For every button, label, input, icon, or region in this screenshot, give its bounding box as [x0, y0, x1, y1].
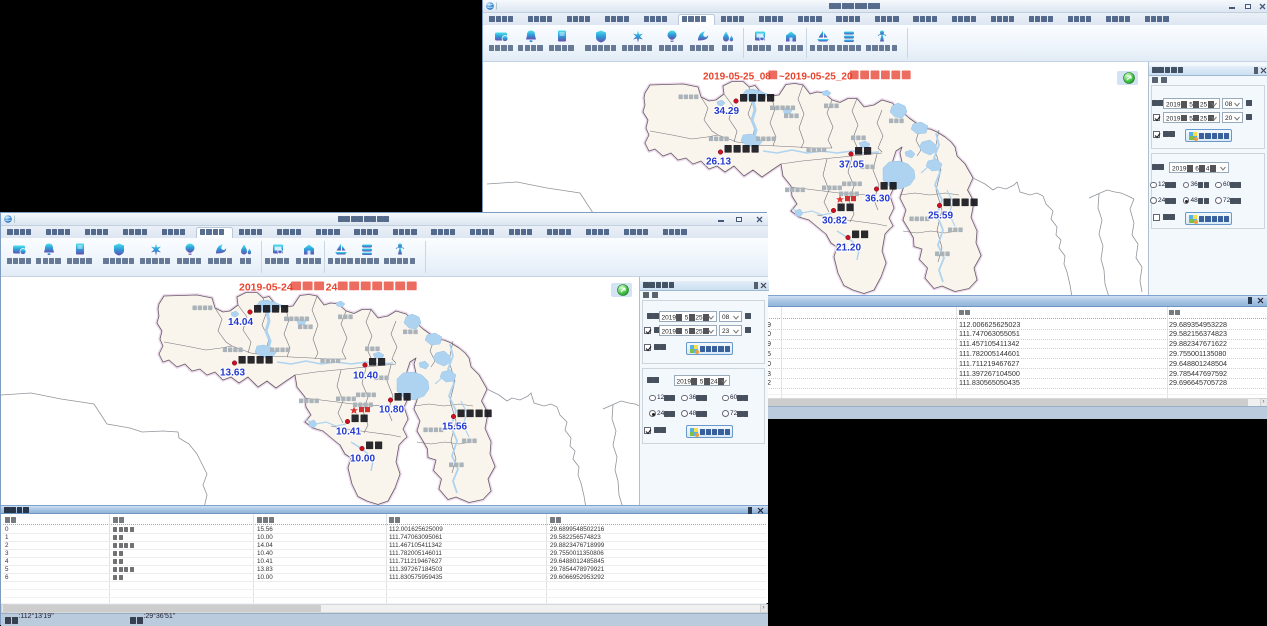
- svg-text:10.80: 10.80: [379, 405, 404, 416]
- svg-text:24: 24: [326, 282, 338, 294]
- svg-text:37.05: 37.05: [839, 160, 864, 171]
- svg-text:~2019-05-25_20: ~2019-05-25_20: [779, 72, 853, 83]
- svg-text:13.63: 13.63: [220, 368, 245, 379]
- svg-text:21.20: 21.20: [836, 243, 861, 254]
- svg-text:36.30: 36.30: [865, 194, 890, 205]
- svg-text:30.82: 30.82: [822, 216, 847, 227]
- svg-text:10.00: 10.00: [350, 454, 375, 465]
- svg-text:2019-05-25_08: 2019-05-25_08: [703, 72, 771, 83]
- svg-text:25.59: 25.59: [928, 211, 953, 222]
- svg-text:10.40: 10.40: [353, 371, 378, 382]
- svg-text:26.13: 26.13: [706, 157, 731, 168]
- svg-text:2019-05-24: 2019-05-24: [239, 282, 293, 294]
- svg-text:10.41: 10.41: [336, 427, 361, 438]
- svg-text:14.04: 14.04: [228, 317, 253, 328]
- svg-text:34.29: 34.29: [714, 106, 739, 117]
- svg-text:15.56: 15.56: [442, 422, 467, 433]
